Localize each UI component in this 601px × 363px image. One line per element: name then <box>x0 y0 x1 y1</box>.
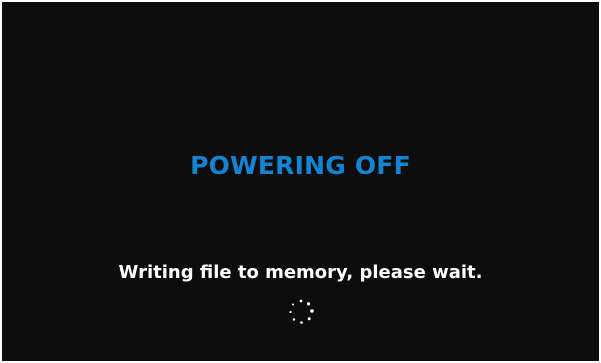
spinner-dot <box>292 318 296 321</box>
powering-off-title: POWERING OFF <box>190 151 411 180</box>
spinner-dot <box>307 317 311 321</box>
spinner-dot <box>306 302 311 306</box>
spinner-dot <box>299 299 303 303</box>
spinner-dot <box>300 321 303 324</box>
spinner-dot <box>310 309 314 313</box>
power-off-screen: POWERING OFF Writing file to memory, ple… <box>2 2 599 361</box>
loading-spinner-icon <box>289 299 314 324</box>
spinner-dot <box>292 303 294 306</box>
spinner-dot <box>289 310 292 314</box>
status-message: Writing file to memory, please wait. <box>118 262 483 283</box>
